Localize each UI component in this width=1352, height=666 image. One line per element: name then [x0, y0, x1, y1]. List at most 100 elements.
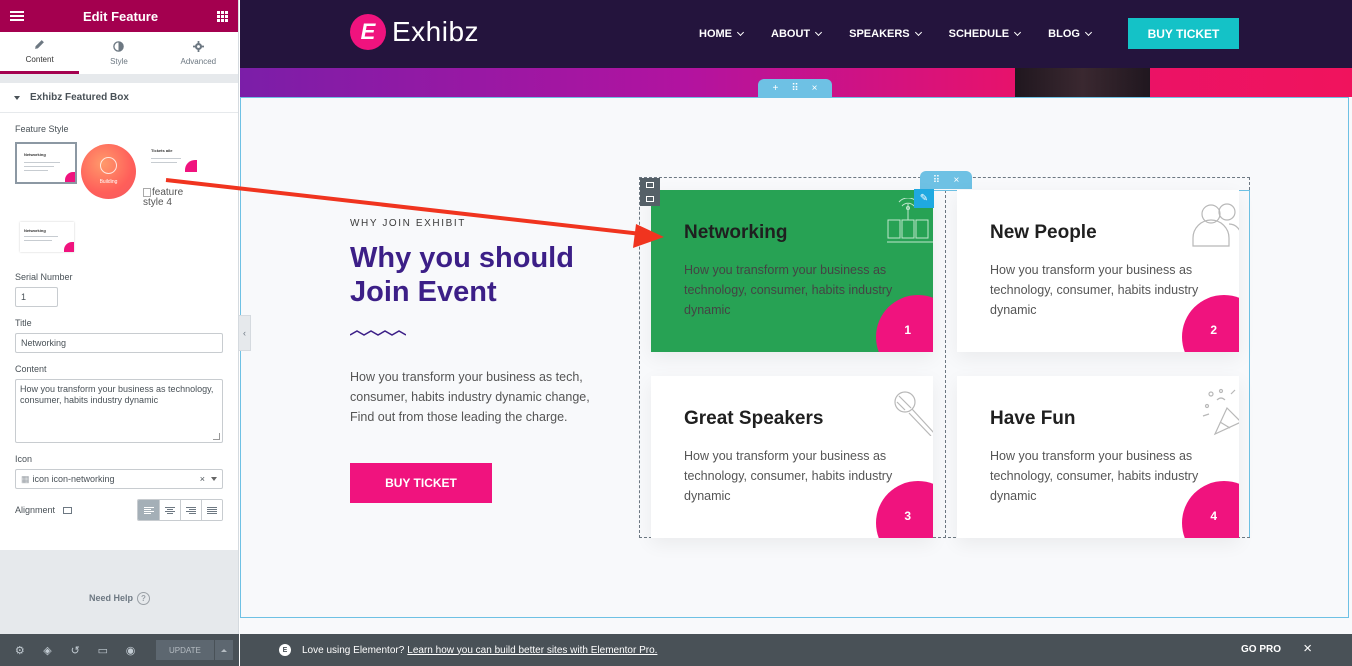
edit-widget-pencil-icon[interactable]: ✎ [914, 189, 934, 208]
chevron-down-icon [1084, 28, 1092, 37]
feature-card-networking[interactable]: Networking How you transform your busine… [651, 190, 933, 352]
icon-label: Icon [15, 454, 33, 464]
card-number: 3 [904, 509, 911, 523]
clear-icon[interactable]: × [200, 474, 205, 484]
go-pro-link[interactable]: GO PRO [1241, 644, 1281, 655]
delete-inner-section-icon[interactable]: × [953, 175, 959, 186]
card-title: Great Speakers [684, 408, 824, 429]
dropdown-caret-icon[interactable] [211, 477, 217, 481]
caret-down-icon [14, 95, 20, 100]
card-text: How you transform your business as techn… [684, 449, 893, 503]
delete-section-icon[interactable]: × [812, 83, 818, 94]
nav-schedule[interactable]: SCHEDULE [949, 28, 1022, 40]
inner-section-handle[interactable]: ⠿ × [920, 171, 972, 189]
networking-icon: ▦ [21, 473, 30, 484]
card-number: 1 [904, 323, 911, 337]
tab-content-label: Content [25, 55, 54, 64]
feature-style-1-option[interactable]: Networking [15, 142, 77, 184]
tab-advanced-label: Advanced [180, 56, 217, 66]
feature-card-great-speakers[interactable]: Great Speakers How you transform your bu… [651, 376, 933, 538]
chevron-down-icon [914, 28, 922, 37]
hamburger-menu-icon[interactable] [10, 11, 24, 21]
nav-menu: HOME ABOUT SPEAKERS SCHEDULE BLOG [699, 28, 1119, 40]
preview-eye-icon[interactable]: ◉ [117, 634, 145, 666]
style2-label: Building [99, 179, 118, 185]
broken-image-icon [143, 188, 151, 197]
update-button[interactable]: UPDATE [156, 640, 214, 660]
desktop-icon[interactable] [63, 506, 73, 514]
section-title: Exhibz Featured Box [30, 92, 129, 103]
serial-number-input[interactable]: 1 [15, 287, 58, 307]
collapse-panel-handle[interactable]: ‹ [239, 315, 251, 351]
update-options-caret-icon[interactable] [214, 640, 233, 660]
settings-gear-icon[interactable]: ⚙ [6, 634, 34, 666]
close-icon[interactable]: × [1303, 640, 1312, 657]
chevron-down-icon [1014, 28, 1022, 37]
buy-ticket-button[interactable]: BUY TICKET [350, 463, 492, 503]
title-input[interactable]: Networking [15, 333, 223, 353]
elementor-logo-icon: E [279, 644, 291, 656]
layers-icon[interactable]: ◈ [34, 634, 62, 666]
chevron-down-icon [736, 28, 745, 37]
column-divider [945, 190, 946, 538]
tab-style[interactable]: Style [79, 32, 158, 74]
feature-style-5-option[interactable]: Networking [20, 222, 74, 252]
feature-card-have-fun[interactable]: Have Fun How you transform your business… [957, 376, 1239, 538]
align-right-button[interactable] [180, 500, 201, 520]
section-handle[interactable]: + ⠿ × [758, 79, 832, 97]
nav-about-label: ABOUT [771, 28, 811, 40]
nav-speakers[interactable]: SPEAKERS [849, 28, 922, 40]
nav-blog[interactable]: BLOG [1048, 28, 1092, 40]
column-edit-handle[interactable] [640, 178, 660, 206]
align-left-button[interactable] [138, 500, 159, 520]
nav-about[interactable]: ABOUT [771, 28, 823, 40]
feature-style-2-option[interactable]: Building [81, 144, 136, 199]
party-popper-icon [1202, 388, 1239, 436]
icon-select-value: icon icon-networking [32, 474, 115, 484]
nav-buy-ticket-button[interactable]: BUY TICKET [1128, 18, 1239, 49]
panel-title: Edit Feature [82, 8, 159, 24]
chevron-down-icon [815, 28, 823, 37]
content-textarea[interactable]: How you transform your business as techn… [15, 379, 223, 443]
half-circle-icon [113, 40, 125, 52]
drag-handle-icon[interactable]: ⠿ [933, 175, 940, 186]
nav-speakers-label: SPEAKERS [849, 28, 910, 40]
drag-handle-icon[interactable]: ⠿ [791, 83, 798, 94]
promo-link[interactable]: Learn how you can build better sites wit… [407, 645, 657, 656]
help-question-icon: ? [137, 592, 150, 605]
need-help-link[interactable]: Need Help? [0, 592, 239, 605]
align-justify-button[interactable] [201, 500, 222, 520]
responsive-desktop-icon[interactable]: ▭ [89, 634, 117, 666]
panel-footer: ⚙ ◈ ↺ ▭ ◉ UPDATE [0, 634, 239, 666]
card-title: Have Fun [990, 408, 1076, 429]
page-preview: E Exhibz HOME ABOUT SPEAKERS SCHEDULE BL… [240, 0, 1352, 634]
widgets-grid-icon[interactable] [217, 10, 228, 22]
tab-style-label: Style [110, 56, 128, 66]
section-heading: Why you should Join Event [350, 242, 574, 308]
tab-advanced[interactable]: Advanced [159, 32, 238, 74]
card-title: New People [990, 222, 1097, 243]
tab-content[interactable]: Content [0, 32, 80, 74]
card-title: Networking [684, 222, 788, 243]
feature-style-3-option[interactable]: Tickets aile [149, 148, 197, 176]
alignment-buttons [137, 499, 223, 521]
nav-home[interactable]: HOME [699, 28, 745, 40]
panel-tabs: Content Style Advanced [0, 32, 238, 75]
card-text: How you transform your business as techn… [990, 449, 1199, 503]
wave-divider-icon [350, 330, 406, 336]
align-center-button[interactable] [159, 500, 180, 520]
site-logo[interactable]: E Exhibz [350, 14, 479, 50]
card-text: How you transform your business as techn… [990, 263, 1199, 317]
intro-text: How you transform your business as tech,… [350, 370, 590, 424]
pencil-icon [35, 40, 45, 49]
logo-mark: E [350, 14, 386, 50]
intro-column: WHY JOIN EXHIBIT Why you should Join Eve… [350, 218, 610, 503]
feature-style-4-option[interactable]: feature style 4 [143, 188, 199, 208]
icon-select[interactable]: ▦ icon icon-networking × [15, 469, 223, 489]
site-navbar: E Exhibz HOME ABOUT SPEAKERS SCHEDULE BL… [240, 0, 1352, 68]
add-section-icon[interactable]: + [772, 83, 778, 94]
history-icon[interactable]: ↺ [61, 634, 89, 666]
microphone-icon [894, 391, 933, 436]
feature-card-new-people[interactable]: New People How you transform your busine… [957, 190, 1239, 352]
section-toggle[interactable]: Exhibz Featured Box [0, 83, 238, 113]
